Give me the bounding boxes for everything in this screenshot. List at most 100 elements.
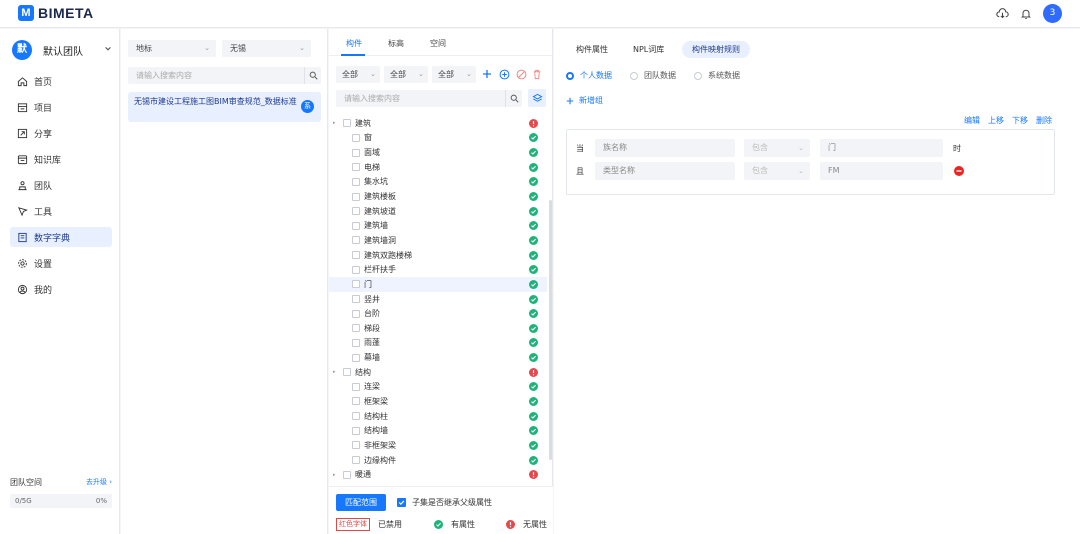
tree-checkbox[interactable] [352,192,360,201]
tree-checkbox[interactable] [352,280,360,289]
tab-spaces[interactable]: 空间 [430,38,446,49]
sidebar-item-7[interactable]: 设置 [10,253,112,273]
tree-item[interactable]: 栏杆扶手 [329,262,547,277]
tree-checkbox[interactable] [352,207,360,216]
tree-item[interactable]: ▸ 建筑 [329,116,547,131]
standard-item[interactable]: 无锡市建设工程施工图BIM审查规范_数据标准 系 [128,92,321,122]
tree-item[interactable]: 边缘构件 [329,453,547,468]
cloud-download-icon[interactable] [995,7,1009,21]
tree-checkbox[interactable] [352,221,360,230]
tree-item[interactable]: 连梁 [329,380,547,395]
rule-value-input[interactable]: 门 [820,139,943,157]
tree-checkbox[interactable] [352,309,360,318]
tree-checkbox[interactable] [343,368,351,377]
tree-item[interactable]: 窗 [329,131,547,146]
tree-checkbox[interactable] [352,353,360,362]
caret-icon[interactable]: ▸ [333,369,336,375]
upgrade-link[interactable]: 去升级 › [86,477,112,488]
remove-condition-icon[interactable] [954,166,964,176]
tree-item[interactable]: ▸ 暖通 [329,467,547,482]
tree-item[interactable]: 建筑墙洞 [329,233,547,248]
search-icon[interactable] [304,67,321,84]
tree-checkbox[interactable] [352,338,360,347]
rule-field-select[interactable]: 族名称 [595,139,735,157]
radio-system[interactable]: 系统数据 [694,70,740,81]
tree-checkbox[interactable] [343,470,351,479]
move-up-button[interactable]: 上移 [988,115,1004,126]
region-select[interactable]: 无锡 ⌄ [222,40,311,57]
sidebar-item-0[interactable]: 首页 [10,71,112,91]
tree-checkbox[interactable] [352,441,360,450]
team-switcher[interactable]: 默 默认团队 [12,39,112,61]
tree-checkbox[interactable] [352,236,360,245]
tree-item[interactable]: 建筑楼板 [329,189,547,204]
filter-select-3[interactable]: 全部 ⌄ [432,66,476,83]
tree-checkbox[interactable] [352,265,360,274]
tree-checkbox[interactable] [352,382,360,391]
tree-item[interactable]: ▸ 结构 [329,365,547,380]
radio-personal[interactable]: 个人数据 [566,70,612,81]
tree-checkbox[interactable] [352,456,360,465]
tree-item[interactable]: 雨蓬 [329,336,547,351]
tree-item[interactable]: 建筑坡道 [329,204,547,219]
add-group-button[interactable]: 新增组 [566,95,603,106]
add-icon[interactable] [481,68,493,80]
add-child-icon[interactable] [498,68,510,80]
tree-item[interactable]: 面域 [329,145,547,160]
rule-operator-select[interactable]: 包含 ⌄ [744,139,810,157]
tree-item[interactable]: 非框架梁 [329,438,547,453]
user-avatar[interactable]: 3 [1043,4,1062,23]
tree-checkbox[interactable] [352,426,360,435]
tree-checkbox[interactable] [352,133,360,142]
rule-field-select[interactable]: 类型名称 [595,162,735,180]
tree-checkbox[interactable] [352,295,360,303]
filter-select-2[interactable]: 全部 ⌄ [384,66,428,83]
tab-levels[interactable]: 标高 [388,38,404,49]
standards-search-input[interactable]: 请输入搜索内容 [128,67,321,84]
tab-npl-lexicon[interactable]: NPL词库 [633,41,664,58]
tree-item[interactable]: 幕墙 [329,350,547,365]
tree-item[interactable]: 集水坑 [329,175,547,190]
tree-item[interactable]: 梯段 [329,321,547,336]
delete-button[interactable]: 删除 [1036,115,1052,126]
rule-value-input[interactable]: FM [820,162,943,180]
tree-checkbox[interactable] [352,324,360,333]
tree-item[interactable]: 结构柱 [329,409,547,424]
logo[interactable]: M BIMETA [18,5,94,21]
layers-icon[interactable] [528,89,546,107]
rule-operator-select[interactable]: 包含 ⌄ [744,162,810,180]
standard-type-select[interactable]: 地标 ⌄ [128,40,216,57]
sidebar-item-1[interactable]: 项目 [10,97,112,117]
tree-item[interactable]: 台阶 [329,306,547,321]
filter-select-1[interactable]: 全部 ⌄ [336,66,380,83]
sidebar-item-2[interactable]: 分享 [10,123,112,143]
bell-icon[interactable] [1019,7,1033,21]
tree-item[interactable]: 竖井 [329,292,547,307]
sidebar-item-3[interactable]: 知识库 [10,149,112,169]
tree-checkbox[interactable] [352,397,360,406]
tree-checkbox[interactable] [352,251,360,260]
tab-components[interactable]: 构件 [346,38,362,49]
disable-icon[interactable] [515,68,527,80]
tree-checkbox[interactable] [352,412,360,421]
tree-scrollbar[interactable] [549,200,552,460]
edit-button[interactable]: 编辑 [964,115,980,126]
tree-checkbox[interactable] [352,163,360,172]
tree-item[interactable]: 结构墙 [329,423,547,438]
components-search-input[interactable]: 请输入搜索内容 [336,90,522,107]
sidebar-item-8[interactable]: 我的 [10,279,112,299]
sidebar-item-6[interactable]: 数字字典 [10,227,112,247]
tree-checkbox[interactable] [352,148,360,157]
search-icon[interactable] [505,90,522,107]
caret-icon[interactable]: ▸ [333,472,336,478]
caret-icon[interactable]: ▸ [333,120,336,126]
tree-item[interactable]: 框架梁 [329,394,547,409]
tree-item[interactable]: 门 [329,277,547,292]
move-down-button[interactable]: 下移 [1012,115,1028,126]
tree-checkbox[interactable] [352,177,360,186]
sidebar-item-4[interactable]: 团队 [10,175,112,195]
tab-component-attributes[interactable]: 构件属性 [576,41,608,58]
tree-item[interactable]: 建筑墙 [329,218,547,233]
tree-item[interactable]: 电梯 [329,160,547,175]
tab-mapping-rules[interactable]: 构件映射规则 [682,41,750,58]
